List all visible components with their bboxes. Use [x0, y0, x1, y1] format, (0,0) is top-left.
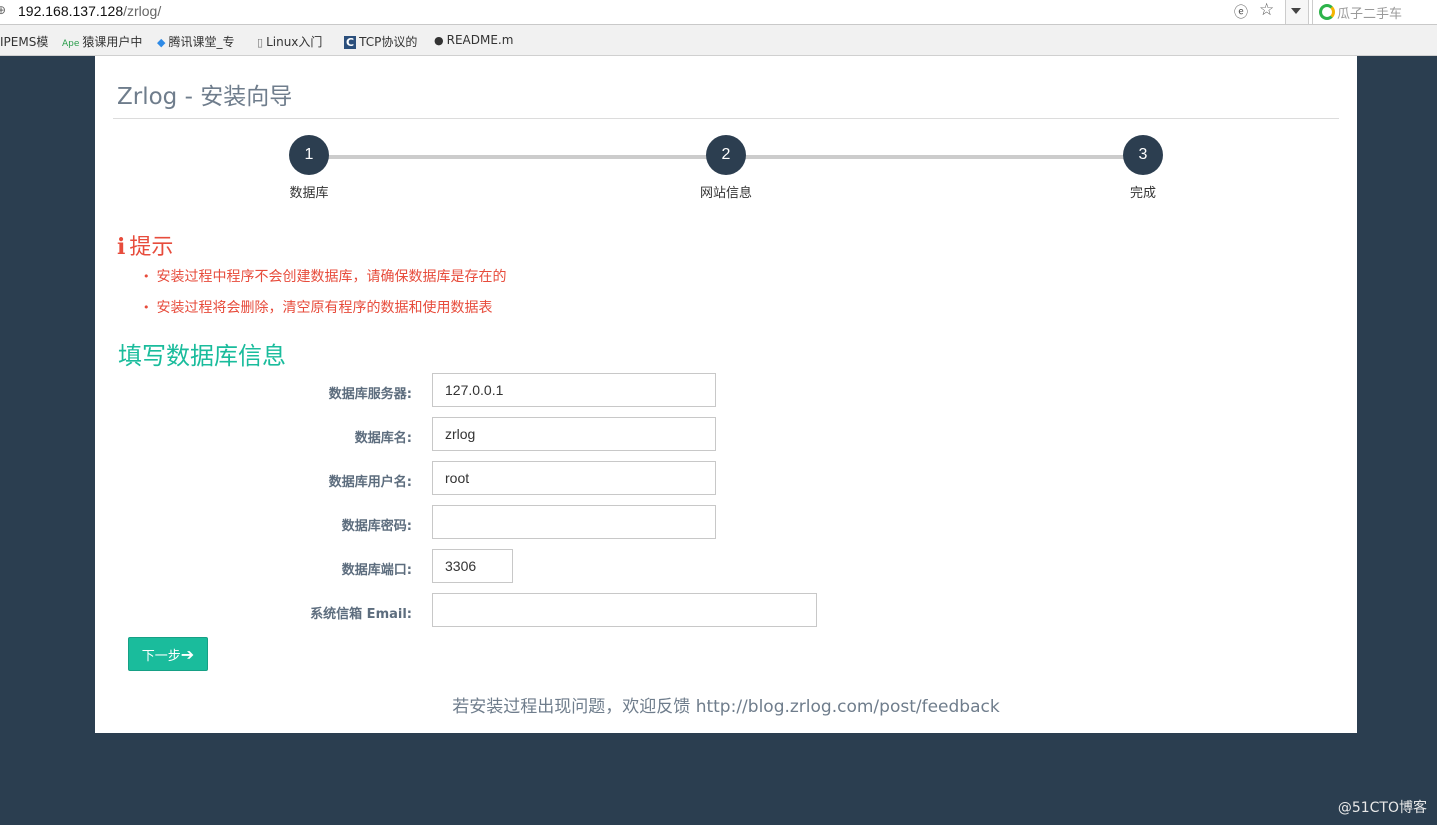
bookmark-item[interactable]: ▯ Linux入门	[257, 33, 322, 50]
step-2-circle: 2	[706, 135, 746, 175]
info-icon: i	[117, 234, 126, 260]
tencent-icon: ◆	[157, 36, 166, 49]
step-connector	[309, 155, 726, 159]
feedback-text: 若安装过程出现问题，欢迎反馈 http://blog.zrlog.com/pos…	[452, 697, 1000, 717]
bookmarks-bar: IPEMS模 Ape 猿课用户中 ◆ 腾讯课堂_专 ▯ Linux入门 C TCP协议的…	[0, 25, 1437, 56]
db-port-label: 数据库端口:	[341, 563, 412, 578]
db-host-label: 数据库服务器:	[328, 387, 412, 402]
security-icon: ⊕	[0, 3, 7, 17]
ape-icon: Ape	[62, 39, 80, 49]
email-label: 系统信箱 Email:	[310, 607, 412, 622]
step-2-label: 网站信息	[699, 186, 752, 201]
search-placeholder: 瓜子二手车	[1337, 7, 1403, 22]
compat-mode-icon[interactable]: ⓔ	[1234, 2, 1248, 22]
arrow-right-icon: ➔	[180, 644, 195, 664]
dropdown-button[interactable]	[1285, 0, 1309, 24]
bookmark-item[interactable]: Ape 猿课用户中	[62, 33, 142, 50]
tip-heading: i 提示	[117, 234, 174, 260]
step-3-label: 完成	[1129, 186, 1156, 201]
db-port-input[interactable]	[432, 549, 513, 583]
db-user-label: 数据库用户名:	[328, 475, 412, 490]
db-password-input[interactable]	[432, 505, 716, 539]
email-input[interactable]	[432, 593, 817, 627]
github-icon: ●	[434, 34, 444, 47]
star-icon[interactable]: ☆	[1259, 0, 1274, 20]
c-icon: C	[344, 36, 357, 49]
bookmark-item[interactable]: ◆ 腾讯课堂_专	[157, 33, 234, 50]
bookmark-item[interactable]: C TCP协议的	[344, 33, 417, 50]
next-step-button[interactable]: 下一步➔	[128, 637, 208, 671]
title-divider	[113, 118, 1339, 119]
browser-search-box[interactable]: 瓜子二手车	[1312, 0, 1437, 24]
watermark: @51CTO博客	[1337, 800, 1427, 816]
step-connector	[726, 155, 1143, 159]
form-section-title: 填写数据库信息	[118, 342, 286, 370]
step-3-circle: 3	[1123, 135, 1163, 175]
page-title: Zrlog - 安装向导	[117, 84, 293, 110]
db-host-input[interactable]	[432, 373, 716, 407]
db-name-input[interactable]	[432, 417, 716, 451]
db-name-label: 数据库名:	[354, 431, 412, 446]
chevron-down-icon	[1291, 8, 1301, 14]
url-text[interactable]: 192.168.137.128/zrlog/	[18, 3, 161, 19]
bookmark-item[interactable]: IPEMS模	[0, 33, 48, 50]
db-user-input[interactable]	[432, 461, 716, 495]
step-1-circle: 1	[289, 135, 329, 175]
bookmark-item[interactable]: ● README.m	[434, 33, 513, 47]
tip-item: 安装过程中程序不会创建数据库，请确保数据库是存在的	[143, 266, 507, 286]
search-engine-icon	[1319, 4, 1335, 20]
page-icon: ▯	[257, 36, 264, 49]
step-1-label: 数据库	[289, 186, 329, 201]
install-panel: Zrlog - 安装向导 1 2 3 数据库 网站信息 完成 i提示 安装过程中…	[95, 56, 1357, 733]
tip-item: 安装过程将会删除，清空原有程序的数据和使用数据表	[143, 297, 493, 317]
address-bar[interactable]: ⊕ 192.168.137.128/zrlog/ ⓔ ☆ 瓜子二手车	[0, 0, 1437, 25]
db-password-label: 数据库密码:	[341, 519, 412, 534]
